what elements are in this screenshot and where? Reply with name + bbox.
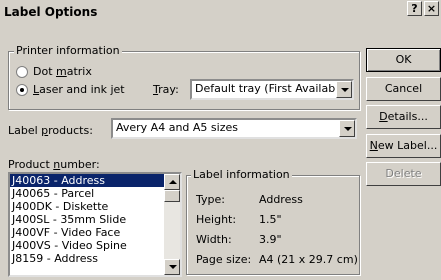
list-scrollbar[interactable] [164,174,180,275]
dialog-title: Label Options [4,5,98,19]
chevron-down-icon[interactable] [339,120,355,137]
info-page-size-key: Page size: [196,253,252,266]
list-item[interactable]: J40065 - Parcel [10,187,164,200]
product-number-label: Product number: [8,158,100,171]
tray-dropdown-value: Default tray (First Available Tra [195,82,335,95]
scroll-up-icon[interactable] [164,174,180,190]
info-height-value: 1.5" [259,213,282,226]
scroll-down-icon[interactable] [164,259,180,275]
tray-dropdown[interactable]: Default tray (First Available Tra [190,79,354,100]
ok-button[interactable]: OK [366,48,441,72]
details-button[interactable]: Details... [366,105,441,129]
title-bar-buttons: ? × [407,1,441,17]
list-item[interactable]: J400SL - 35mm Slide [10,213,164,226]
list-item[interactable]: J40063 - Address [10,174,164,187]
new-label-button[interactable]: New Label... [366,134,441,158]
label-products-value: Avery A4 and A5 sizes [116,121,238,134]
laser-inkjet-radio[interactable] [16,84,28,96]
list-item[interactable]: J400VF - Video Face [10,226,164,239]
list-item[interactable]: J8159 - Address [10,252,164,265]
scroll-thumb[interactable] [164,190,180,202]
info-width-key: Width: [196,233,232,246]
info-type-value: Address [259,193,303,206]
info-width-value: 3.9" [259,233,282,246]
product-number-list[interactable]: J40063 - Address J40065 - Parcel J400DK … [8,172,182,277]
close-button[interactable]: × [424,1,439,16]
chevron-down-icon[interactable] [336,81,352,98]
list-item[interactable]: J400DK - Diskette [10,200,164,213]
printer-information-legend: Printer information [14,44,122,57]
laser-inkjet-label[interactable]: Laser and ink jet [33,83,125,96]
cancel-button[interactable]: Cancel [366,77,441,101]
info-height-key: Height: [196,213,237,226]
label-information-legend: Label information [191,168,292,181]
dot-matrix-radio[interactable] [16,66,28,78]
info-page-size-value: A4 (21 x 29.7 cm) [259,253,358,266]
help-button[interactable]: ? [407,1,422,16]
list-item[interactable]: J400VS - Video Spine [10,239,164,252]
delete-button[interactable]: Delete [366,162,441,186]
label-products-label: Label products: [8,124,93,137]
tray-label: Tray: [153,83,179,96]
label-products-dropdown[interactable]: Avery A4 and A5 sizes [111,118,357,139]
dot-matrix-label[interactable]: Dot matrix [33,65,92,78]
info-type-key: Type: [196,193,225,206]
